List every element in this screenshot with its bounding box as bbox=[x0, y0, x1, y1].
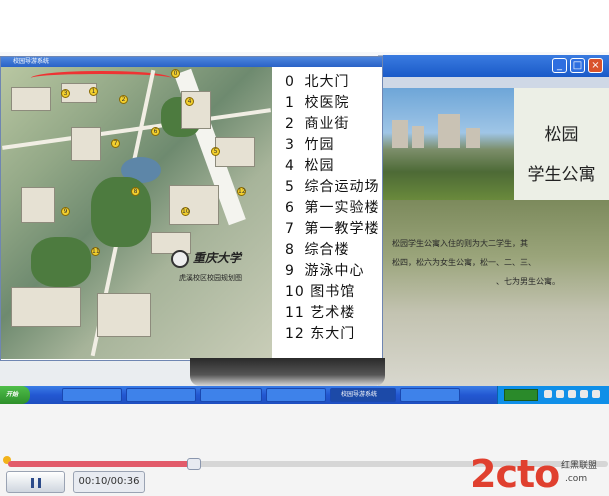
taskbar-item[interactable] bbox=[266, 388, 326, 402]
slide: 松园 学生公寓 松园学生公寓入住的则为大二学生，其 松四，松六为女生公寓，松一、… bbox=[378, 88, 609, 388]
slide-title-line2: 学生公寓 bbox=[527, 165, 596, 185]
map-pin[interactable]: 8 bbox=[131, 187, 140, 196]
map-pin[interactable]: 5 bbox=[211, 147, 220, 156]
watermark-brand: 红黑联盟 bbox=[561, 461, 598, 471]
pause-icon bbox=[38, 478, 41, 488]
cpu-meter-icon bbox=[504, 389, 538, 401]
tray-icon[interactable] bbox=[580, 390, 588, 398]
taskbar-item[interactable] bbox=[126, 388, 196, 402]
slide-text-line: 松园学生公寓入住的则为大二学生，其 bbox=[392, 239, 528, 248]
campus-guide-window[interactable]: 校园导游系统 0 1 2 3 4 5 6 7 8 9 10 11 12 重庆大学 bbox=[0, 56, 383, 361]
pause-icon bbox=[31, 478, 34, 488]
university-seal-icon bbox=[171, 250, 189, 268]
tray-icon[interactable] bbox=[592, 390, 600, 398]
map-pin[interactable]: 9 bbox=[61, 207, 70, 216]
map-pin[interactable]: 4 bbox=[185, 97, 194, 106]
video-player-controls: 00:10/00:36 2cto 红黑联盟 .com bbox=[0, 404, 609, 496]
pause-button[interactable] bbox=[6, 471, 65, 493]
slide-text-line: 、七为男生公寓。 bbox=[496, 277, 560, 286]
slide-text: 松园学生公寓入住的则为大二学生，其 松四，松六为女生公寓，松一、二、三、 、七为… bbox=[392, 234, 606, 291]
map-pin[interactable]: 10 bbox=[181, 207, 190, 216]
tray-icon[interactable] bbox=[544, 390, 552, 398]
taskbar-item[interactable] bbox=[200, 388, 262, 402]
background-window-titlebar[interactable]: _ □ × bbox=[381, 55, 609, 77]
close-icon[interactable]: × bbox=[588, 58, 603, 73]
monitor-stand bbox=[190, 358, 385, 386]
location-legend: 0 北大门 1 校医院 2 商业街 3 竹园 4 松园 5 综合运动场 6 第一… bbox=[285, 71, 383, 344]
slide-text-line: 松四，松六为女生公寓，松一、二、三、 bbox=[392, 258, 536, 267]
legend-item[interactable]: 6 第一实验楼 bbox=[285, 197, 383, 218]
taskbar-item-campus-guide[interactable]: 校园导游系统 bbox=[330, 388, 396, 402]
legend-item[interactable]: 0 北大门 bbox=[285, 71, 383, 92]
dormitory-photo bbox=[378, 88, 514, 200]
slide-body: 松园学生公寓入住的则为大二学生，其 松四，松六为女生公寓，松一、二、三、 、七为… bbox=[378, 200, 609, 388]
legend-item[interactable]: 4 松园 bbox=[285, 155, 383, 176]
seek-progress bbox=[8, 461, 194, 467]
start-button[interactable]: 开始 bbox=[0, 386, 30, 404]
map-pin[interactable]: 11 bbox=[91, 247, 100, 256]
slide-title-line1: 松园 bbox=[544, 125, 579, 145]
watermark-logo: 2cto bbox=[470, 452, 560, 496]
campus-map: 0 1 2 3 4 5 6 7 8 9 10 11 12 重庆大学 虎溪校区校园… bbox=[1, 67, 272, 359]
map-pin[interactable]: 0 bbox=[171, 69, 180, 78]
legend-item[interactable]: 8 综合楼 bbox=[285, 239, 383, 260]
legend-item[interactable]: 11 艺术楼 bbox=[285, 302, 383, 323]
legend-item[interactable]: 10 图书馆 bbox=[285, 281, 383, 302]
legend-item[interactable]: 12 东大门 bbox=[285, 323, 383, 344]
map-pin[interactable]: 1 bbox=[89, 87, 98, 96]
map-pin[interactable]: 6 bbox=[151, 127, 160, 136]
seek-handle[interactable] bbox=[187, 458, 201, 470]
top-strip bbox=[0, 0, 609, 52]
map-pin[interactable]: 7 bbox=[111, 139, 120, 148]
taskbar: 开始 校园导游系统 bbox=[0, 386, 609, 404]
legend-item[interactable]: 5 综合运动场 bbox=[285, 176, 383, 197]
taskbar-item[interactable] bbox=[400, 388, 460, 402]
window-title[interactable]: 校园导游系统 bbox=[1, 57, 382, 67]
university-name: 重庆大学 bbox=[193, 251, 242, 265]
legend-item[interactable]: 3 竹园 bbox=[285, 134, 383, 155]
slide-title-area: 松园 学生公寓 bbox=[514, 88, 609, 200]
time-display: 00:10/00:36 bbox=[73, 471, 145, 493]
legend-item[interactable]: 1 校医院 bbox=[285, 92, 383, 113]
map-caption: 虎溪校区校园规划图 bbox=[179, 274, 242, 282]
map-pin[interactable]: 3 bbox=[61, 89, 70, 98]
legend-item[interactable]: 7 第一教学楼 bbox=[285, 218, 383, 239]
watermark-domain: .com bbox=[565, 474, 588, 484]
legend-item[interactable]: 9 游泳中心 bbox=[285, 260, 383, 281]
map-pin[interactable]: 12 bbox=[237, 187, 246, 196]
maximize-icon[interactable]: □ bbox=[570, 58, 585, 73]
tray-icon[interactable] bbox=[556, 390, 564, 398]
map-pin[interactable]: 2 bbox=[119, 95, 128, 104]
tray-icon[interactable] bbox=[568, 390, 576, 398]
taskbar-item[interactable] bbox=[62, 388, 122, 402]
system-tray bbox=[497, 386, 609, 404]
minimize-icon[interactable]: _ bbox=[552, 58, 567, 73]
legend-item[interactable]: 2 商业街 bbox=[285, 113, 383, 134]
